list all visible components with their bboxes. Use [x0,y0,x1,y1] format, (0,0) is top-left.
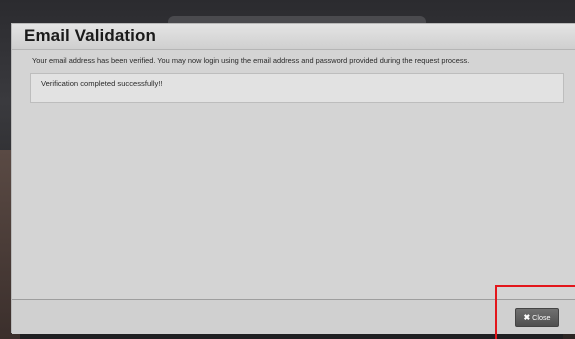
verification-message: Your email address has been verified. Yo… [32,56,470,65]
success-alert-text: Verification completed successfully!! [41,79,163,88]
dialog-footer: ✖ Close [12,299,575,334]
close-icon: ✖ [523,312,531,322]
close-button[interactable]: ✖ Close [515,308,559,327]
dialog-header: Email Validation [12,24,575,50]
dialog-title: Email Validation [24,26,156,45]
close-button-label: Close [532,312,551,322]
success-alert: Verification completed successfully!! [30,73,564,103]
email-validation-dialog: Email Validation Your email address has … [11,23,575,334]
